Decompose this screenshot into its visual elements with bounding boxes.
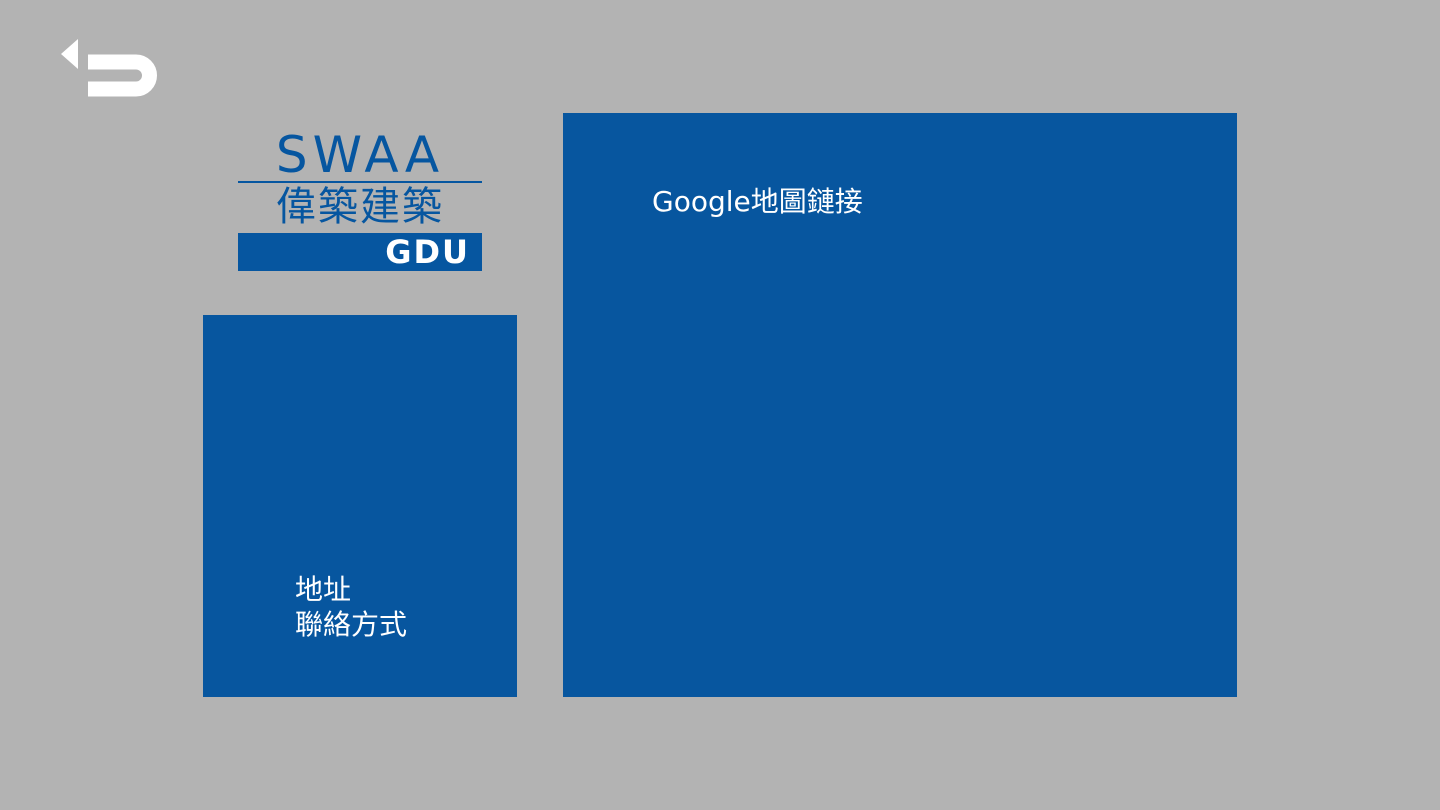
logo-bar: GDU [238,233,482,271]
company-logo: SWAA 偉築建築 GDU [238,128,482,271]
logo-bar-text: GDU [385,233,470,271]
return-arrow-icon [58,36,166,110]
google-map-link[interactable]: Google地圖鏈接 [652,184,863,220]
map-panel: Google地圖鏈接 [563,113,1237,697]
logo-chinese-text: 偉築建築 [276,184,444,230]
address-label: 地址 [295,573,352,606]
contact-info-panel: 地址 聯絡方式 [203,315,517,697]
logo-latin-text: SWAA [275,126,445,184]
logo-divider [238,181,482,183]
contact-label: 聯絡方式 [295,608,408,641]
back-button[interactable] [58,36,166,110]
